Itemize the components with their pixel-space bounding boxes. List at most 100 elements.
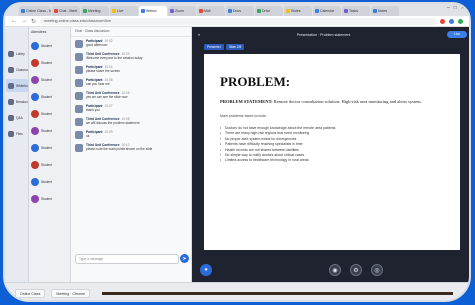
- chat-message: Third Unit Conference 10:08 we will discus…: [71, 115, 191, 128]
- browser-tab[interactable]: Webex: [139, 6, 167, 16]
- taskbar-item[interactable]: Online Class: [15, 289, 46, 298]
- stage-toolbar: ≡ Presentation · Problem statement Live: [192, 27, 469, 42]
- chat-message: Participant 10:09 ok: [71, 128, 191, 141]
- avatar: [75, 92, 83, 100]
- attendee-row[interactable]: Student: [29, 190, 70, 207]
- reload-icon[interactable]: ↻: [31, 18, 36, 25]
- browser-tab-label: Drive: [262, 9, 271, 13]
- browser-tab[interactable]: Tasks: [342, 6, 370, 16]
- browser-tab-label: Docs: [233, 9, 241, 13]
- attendee-row[interactable]: Student: [29, 54, 70, 71]
- tab-favicon-icon: [54, 9, 58, 13]
- left-nav-rail: Lobby Classroom Whiteboard Breakout Q&A Files: [5, 27, 29, 282]
- browser-tab[interactable]: Zoom: [168, 6, 196, 16]
- menu-icon[interactable]: ≡: [198, 33, 200, 37]
- slide-tags: Presenter Slide 2/8: [204, 44, 245, 50]
- url-field[interactable]: meeting.online-class.edu/classroom/live: [40, 17, 436, 25]
- slide-subheading: Main problems faced include:: [220, 114, 267, 118]
- attendee-name: Student: [41, 128, 52, 133]
- avatar: [31, 41, 39, 50]
- chat-message-body: Participant 10:04 please share the screen: [86, 65, 120, 74]
- browser-tab-label: Notes: [378, 9, 388, 13]
- rail-item[interactable]: Q&A: [6, 111, 28, 124]
- settings-button[interactable]: ⚙: [350, 264, 362, 276]
- avatar: [75, 105, 83, 113]
- avatar: [31, 75, 39, 84]
- app-window: Online Class - M Chat - Meet Meeting Live We…: [3, 2, 471, 302]
- tab-favicon-icon: [199, 9, 203, 13]
- minimize-icon[interactable]: –: [447, 5, 450, 11]
- chat-text: Welcome everyone to the session today: [86, 56, 143, 61]
- extension-icon[interactable]: [440, 18, 445, 24]
- attendee-name: Student: [41, 43, 52, 48]
- chat-input[interactable]: Type a message: [75, 254, 179, 264]
- attendee-list: Attendees Student Student Student Student St…: [29, 27, 71, 282]
- attendee-row[interactable]: Student: [29, 37, 70, 54]
- chat-message-body: Participant 10:09 ok: [86, 130, 112, 139]
- browser-tab[interactable]: Drive: [255, 6, 283, 16]
- attendee-row[interactable]: Student: [29, 156, 70, 173]
- browser-tab[interactable]: Docs: [226, 6, 254, 16]
- rail-item-icon: [8, 66, 14, 73]
- browser-tab[interactable]: Live: [110, 6, 138, 16]
- chat-text: please share the screen: [86, 69, 121, 74]
- attendee-row[interactable]: Student: [29, 139, 70, 156]
- rail-item[interactable]: Classroom: [6, 63, 28, 76]
- back-icon[interactable]: ←: [11, 18, 17, 24]
- attendee-row[interactable]: Student: [29, 105, 70, 122]
- chat-panel: Chat · Class discussion Participant 10:02…: [71, 27, 192, 282]
- browser-tab-label: Webex: [146, 9, 157, 13]
- camera-button[interactable]: ◎: [371, 264, 383, 276]
- avatar: [75, 131, 83, 139]
- forward-icon[interactable]: →: [21, 18, 27, 24]
- taskbar: Online Class Meeting · Chrome: [5, 282, 469, 300]
- maximize-icon[interactable]: □: [454, 5, 457, 11]
- close-icon[interactable]: ✕: [461, 5, 465, 11]
- browser-tab[interactable]: Slides: [284, 6, 312, 16]
- browser-tab[interactable]: Meeting: [81, 6, 109, 16]
- chat-text: we will discuss the problem statement: [86, 121, 140, 126]
- rail-item[interactable]: Lobby: [6, 47, 28, 60]
- attendee-row[interactable]: Student: [29, 71, 70, 88]
- chat-message: Third Unit Conference 10:06 yes we can see…: [71, 89, 191, 102]
- mic-icon: ◉: [332, 267, 338, 274]
- chat-message: Third Unit Conference 10:10 please note th…: [71, 141, 191, 154]
- slide-bullet-list: Doctors do not have enough knowledge abo…: [220, 126, 444, 164]
- attendee-row[interactable]: Student: [29, 122, 70, 139]
- rail-item[interactable]: Breakout: [6, 95, 28, 108]
- chat-message-body: Third Unit Conference 10:03 Welcome everyo…: [86, 52, 142, 61]
- browser-tab[interactable]: Chat - Meet: [52, 6, 80, 16]
- browser-tab[interactable]: Mail: [197, 6, 225, 16]
- browser-tab[interactable]: Online Class - M: [19, 6, 51, 16]
- rail-item-icon: [8, 98, 14, 105]
- browser-tab[interactable]: Notes: [371, 6, 399, 16]
- rail-item-label: Whiteboard: [16, 83, 28, 88]
- tab-favicon-icon: [21, 9, 25, 13]
- camera-icon: ◎: [374, 267, 380, 274]
- send-button[interactable]: ➤: [180, 254, 189, 263]
- rail-item-label: Lobby: [16, 51, 25, 56]
- rail-item[interactable]: Files: [6, 127, 28, 140]
- attendee-row[interactable]: Student: [29, 173, 70, 190]
- attendee-row[interactable]: Student: [29, 88, 70, 105]
- extension-icon[interactable]: [449, 18, 454, 24]
- profile-icon[interactable]: [458, 18, 463, 24]
- browser-tab-strip: Online Class - M Chat - Meet Meeting Live We…: [5, 4, 469, 16]
- avatar: [31, 109, 39, 118]
- participants-button[interactable]: ●: [200, 264, 212, 276]
- taskbar-item[interactable]: Meeting · Chrome: [51, 289, 91, 298]
- rail-item-label: Q&A: [16, 115, 23, 120]
- rail-item[interactable]: Whiteboard: [6, 79, 28, 92]
- tab-favicon-icon: [83, 9, 87, 13]
- gear-icon: ⚙: [353, 267, 359, 274]
- browser-tab[interactable]: Calendar: [313, 6, 341, 16]
- avatar: [75, 79, 83, 87]
- live-badge[interactable]: Live: [447, 31, 467, 38]
- avatar: [75, 66, 83, 74]
- slide-tag: Slide 2/8: [225, 44, 245, 50]
- mic-button[interactable]: ◉: [329, 264, 341, 276]
- browser-tab-label: Meeting: [88, 9, 101, 13]
- chat-header: Chat · Class discussion: [71, 27, 191, 37]
- stage-title: Presentation · Problem statement: [296, 32, 351, 37]
- tab-favicon-icon: [373, 9, 377, 13]
